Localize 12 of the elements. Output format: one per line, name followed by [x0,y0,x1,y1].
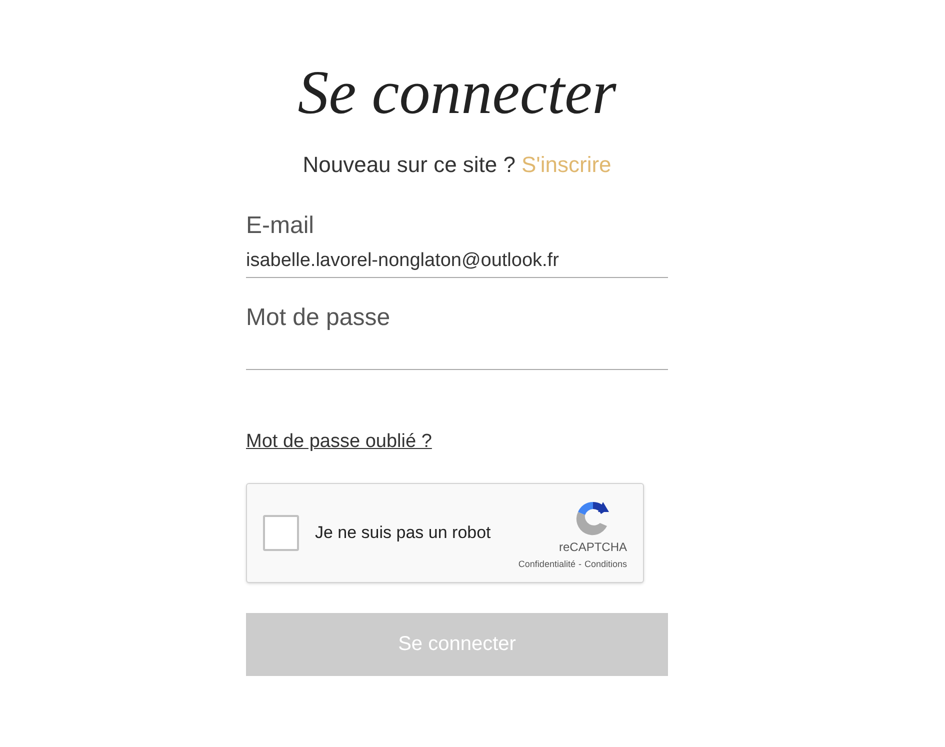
page-title: Se connecter [298,62,616,124]
separator-text: - [578,558,582,570]
signup-prompt: Nouveau sur ce site ? [302,154,516,176]
terms-link[interactable]: Conditions [584,558,627,571]
field-label: E-mail [246,214,316,238]
privacy-link[interactable]: Confidentialité [518,558,576,571]
input-field[interactable]: isabelle.lavorel-nonglaton@outlook.fr [246,244,668,278]
captcha-brand: reCAPTCHA [558,540,627,554]
field-label: Mot de passe [246,306,392,330]
captcha-checkbox[interactable] [263,514,299,550]
forgot-password-link[interactable]: Mot de passe oublié ? [246,428,432,456]
captcha-label: Je ne suis pas un robot [315,522,492,544]
